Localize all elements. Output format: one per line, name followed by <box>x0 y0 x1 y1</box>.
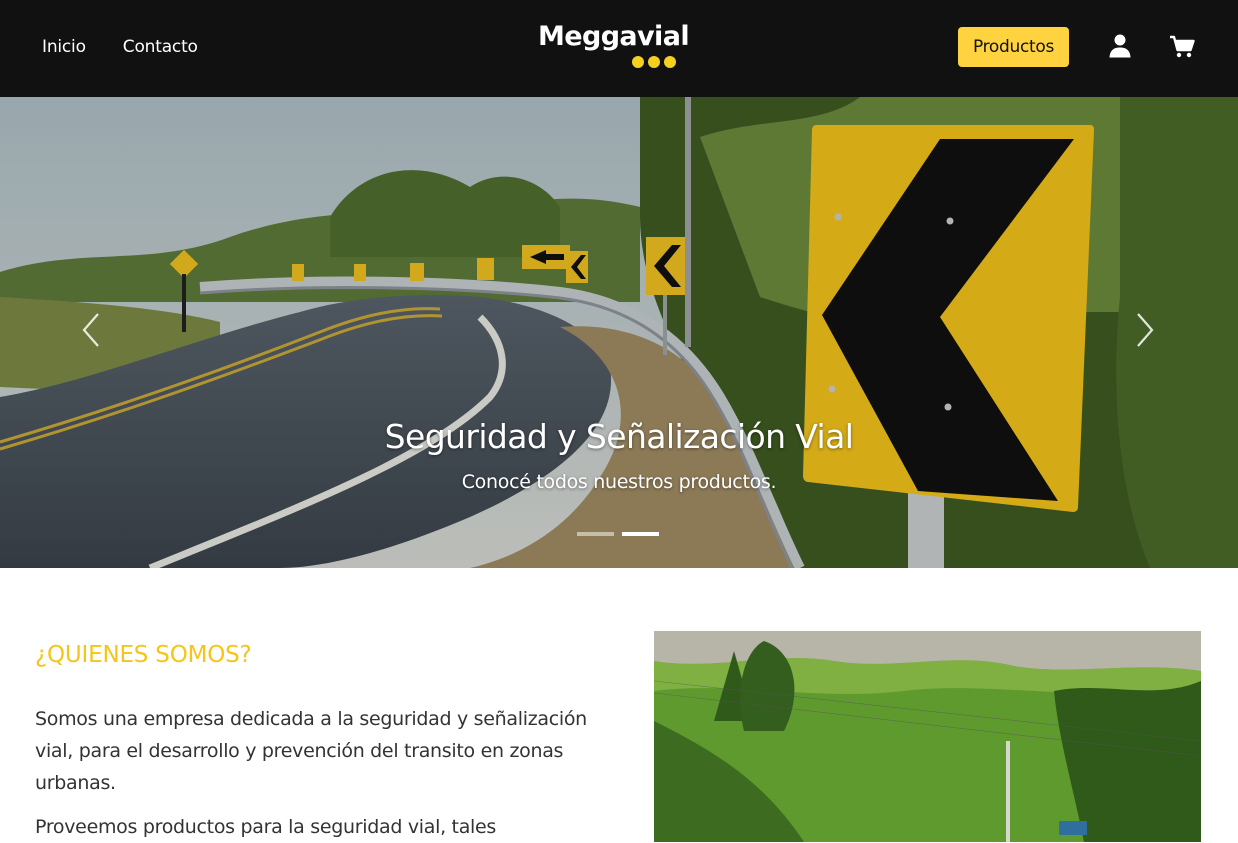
hero-carousel: Seguridad y Señalización Vial Conocé tod… <box>0 97 1238 568</box>
hero-overlay <box>0 97 1238 568</box>
nav-link-inicio[interactable]: Inicio <box>42 37 86 57</box>
carousel-indicator-2[interactable] <box>622 532 659 536</box>
logo-text: Meggavial <box>538 21 690 52</box>
chevron-left-icon[interactable] <box>76 310 106 350</box>
user-icon[interactable] <box>1108 33 1132 59</box>
productos-button[interactable]: Productos <box>958 27 1069 67</box>
cart-icon[interactable] <box>1169 35 1195 59</box>
nav-link-contacto[interactable]: Contacto <box>123 37 198 57</box>
about-heading: ¿QUIENES SOMOS? <box>35 642 252 668</box>
navbar: Inicio Contacto Meggavial Productos <box>0 0 1238 97</box>
nav-links: Inicio Contacto <box>42 37 198 57</box>
carousel-indicator-1[interactable] <box>577 532 614 536</box>
hero-title: Seguridad y Señalización Vial <box>384 417 854 456</box>
carousel-indicators <box>577 532 659 536</box>
about-paragraph-2: Proveemos productos para la seguridad vi… <box>35 816 497 838</box>
about-paragraph-1: Somos una empresa dedicada a la segurida… <box>35 708 587 794</box>
about-image <box>654 631 1201 842</box>
logo[interactable]: Meggavial <box>538 20 690 72</box>
hero-subtitle: Conocé todos nuestros productos. <box>461 471 777 493</box>
chevron-right-icon[interactable] <box>1130 310 1160 350</box>
logo-dots <box>632 56 676 68</box>
